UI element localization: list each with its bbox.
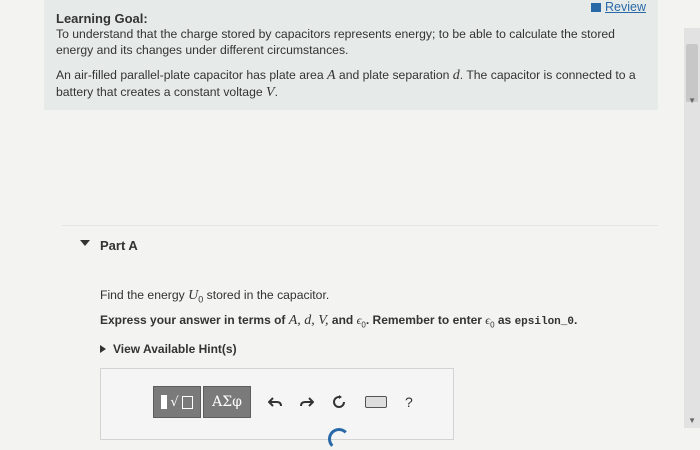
greek-symbols-button[interactable]: ΑΣφ <box>203 386 251 418</box>
scroll-down-arrow-bottom-icon[interactable]: ▼ <box>688 416 696 425</box>
template-box-icon <box>181 395 193 409</box>
keyboard-icon[interactable] <box>365 396 387 408</box>
scroll-thumb[interactable] <box>686 44 698 102</box>
instruct-as: as <box>494 313 515 327</box>
var-d: d <box>452 68 460 83</box>
expand-triangle-icon <box>100 345 106 353</box>
templates-button[interactable]: √ <box>153 386 201 418</box>
view-hints-toggle[interactable]: View Available Hint(s) <box>100 342 237 356</box>
help-icon[interactable]: ? <box>405 394 413 410</box>
problem-text-4: . <box>274 85 278 99</box>
var-V: V <box>266 85 275 100</box>
epsilon-code: epsilon_0 <box>514 316 574 328</box>
redo-icon[interactable] <box>299 394 315 410</box>
part-a-header[interactable]: Part A <box>62 225 658 266</box>
sqrt-icon: √ <box>170 394 179 410</box>
math-toolbar: √ ΑΣφ ? <box>153 386 413 418</box>
problem-text-1: An air-filled parallel-plate capacitor h… <box>56 68 327 82</box>
learning-goal-title: Learning Goal: <box>56 11 148 26</box>
scroll-down-arrow-icon[interactable]: ▼ <box>688 96 696 105</box>
collapse-triangle-icon[interactable] <box>80 240 90 246</box>
var-U0: U <box>188 288 199 303</box>
learning-goal-text: To understand that the charge stored by … <box>56 27 615 57</box>
template-block-icon <box>161 395 168 409</box>
problem-text-2: and plate separation <box>335 68 453 82</box>
question-text-post: stored in the capacitor. <box>203 288 330 302</box>
undo-icon[interactable] <box>267 394 283 410</box>
part-a-instructions: Express your answer in terms of A, d, V,… <box>100 313 577 329</box>
instruct-mid: . Remember to enter <box>365 313 486 327</box>
question-text-pre: Find the energy <box>100 288 189 302</box>
review-link[interactable]: Review <box>591 0 646 14</box>
problem-statement: An air-filled parallel-plate capacitor h… <box>56 67 646 101</box>
review-label: Review <box>605 0 646 14</box>
loading-arc <box>328 428 350 450</box>
instruct-pre: Express your answer in terms of <box>100 313 289 327</box>
view-hints-label: View Available Hint(s) <box>113 342 237 356</box>
reset-icon[interactable] <box>331 394 347 410</box>
var-A: A <box>326 68 336 83</box>
instruct-vars: A, d, V, <box>288 313 329 328</box>
instruct-end: . <box>573 313 578 327</box>
part-a-question: Find the energy U0 stored in the capacit… <box>100 288 329 304</box>
part-a-title: Part A <box>100 238 138 253</box>
instruct-and: and <box>328 313 357 327</box>
book-icon <box>591 2 601 12</box>
